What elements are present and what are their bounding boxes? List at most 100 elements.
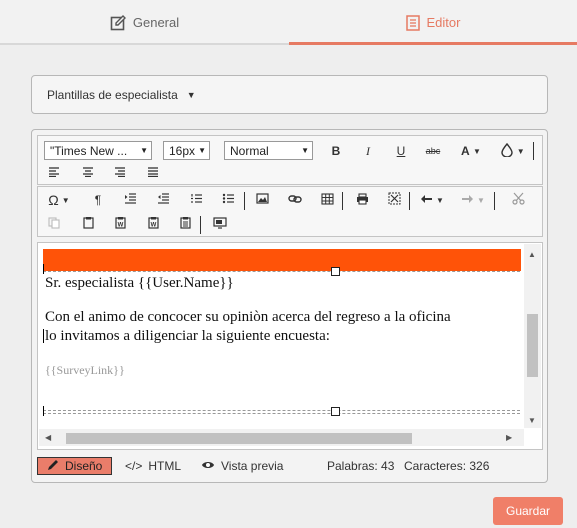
caret-down-icon: ▼ [473, 146, 481, 156]
undo-button[interactable]: ▼ [417, 190, 447, 210]
scroll-left-arrow-icon[interactable]: ◀ [45, 433, 51, 442]
ordered-list-button[interactable] [186, 190, 206, 210]
caret-down-icon: ▼ [436, 195, 444, 205]
templates-dropdown[interactable]: Plantillas de especialista ▼ [31, 75, 548, 114]
scissors-icon [511, 192, 525, 208]
print-button[interactable] [352, 190, 372, 210]
format-select[interactable]: Normal ▼ [224, 141, 313, 160]
design-mode-label: Diseño [65, 459, 103, 473]
editor-document[interactable]: Sr. especialista {{User.Name}} Con el an… [39, 244, 524, 428]
tab-editor-label: Editor [426, 15, 461, 30]
align-right-icon [114, 166, 126, 180]
toolbar-separator [200, 216, 201, 234]
monitor-icon [213, 216, 227, 232]
body-line-2: lo invitamos a diligenciar la siguiente … [45, 328, 330, 344]
outdent-icon [157, 193, 170, 207]
html-mode-button[interactable]: </> HTML [125, 457, 181, 475]
scroll-up-arrow-icon[interactable]: ▲ [528, 250, 536, 259]
caret-down-icon: ▼ [61, 195, 70, 205]
cursor-mark [43, 264, 44, 274]
paste-plain-text-button[interactable] [175, 214, 195, 234]
align-right-button[interactable] [110, 163, 130, 183]
indent-button[interactable] [120, 190, 140, 210]
insert-link-button[interactable] [285, 190, 305, 210]
insert-media-button[interactable] [210, 214, 230, 234]
font-color-label: A [461, 144, 470, 158]
pilcrow-icon: ¶ [94, 193, 102, 207]
preview-mode-button[interactable]: Vista previa [201, 457, 283, 475]
outdent-button[interactable] [153, 190, 173, 210]
active-tab-indicator [289, 42, 577, 45]
align-left-icon [48, 166, 60, 180]
vertical-scroll-thumb[interactable] [527, 314, 538, 377]
insert-image-button[interactable] [253, 190, 273, 210]
fullscreen-button[interactable] [384, 190, 404, 210]
rich-text-editor: "Times New ... ▼ 16px ▼ Normal ▼ B I U abc … [31, 129, 548, 483]
code-icon: </> [125, 459, 143, 473]
image-icon [256, 192, 270, 208]
resize-handle[interactable] [331, 407, 340, 416]
scroll-right-arrow-icon[interactable]: ▶ [506, 433, 512, 442]
printer-icon [356, 192, 369, 208]
unordered-list-button[interactable] [218, 190, 238, 210]
insert-table-button[interactable] [317, 190, 337, 210]
resize-handle[interactable] [331, 267, 340, 276]
horizontal-scrollbar[interactable]: ◀ ▶ [39, 429, 524, 446]
html-mode-label: HTML [148, 459, 182, 473]
selection-border-bottom-2 [43, 413, 520, 414]
greeting-line: Sr. especialista {{User.Name}} [45, 275, 234, 291]
special-char-button[interactable]: Ω ▼ [44, 190, 74, 210]
templates-label: Plantillas de especialista [47, 87, 178, 102]
font-family-select[interactable]: "Times New ... ▼ [44, 141, 152, 160]
italic-button[interactable]: I [358, 141, 378, 161]
toolbar-separator [409, 192, 410, 210]
paste-from-word-button[interactable]: W [110, 214, 130, 234]
align-left-button[interactable] [44, 163, 64, 183]
vertical-scrollbar[interactable]: ▲ ▼ [524, 244, 541, 428]
format-value: Normal [230, 143, 269, 158]
font-size-value: 16px [169, 143, 196, 158]
paste-word-clean-button[interactable]: W [143, 214, 163, 234]
copy-button[interactable] [44, 214, 64, 234]
font-color-button[interactable]: A ▼ [456, 141, 486, 161]
design-mode-button[interactable]: Diseño [37, 457, 113, 475]
ordered-list-icon [190, 193, 203, 207]
pencil-icon [47, 459, 59, 474]
redo-button[interactable]: ▼ [458, 190, 488, 210]
strikethrough-button[interactable]: abc [422, 141, 444, 161]
svg-text:W: W [117, 223, 123, 229]
align-center-icon [82, 166, 94, 180]
bold-button[interactable]: B [326, 141, 346, 161]
toolbar-separator [494, 192, 495, 210]
underline-button[interactable]: U [391, 141, 411, 161]
scroll-down-arrow-icon[interactable]: ▼ [528, 416, 536, 425]
background-color-button[interactable]: ▼ [498, 141, 528, 161]
character-count: Caracteres: 326 [404, 459, 490, 473]
clipboard-icon [82, 216, 94, 232]
caret-down-icon: ▼ [140, 146, 148, 155]
font-size-select[interactable]: 16px ▼ [163, 141, 210, 160]
plain-text-clipboard-icon [179, 216, 191, 232]
caret-down-icon: ▼ [516, 146, 525, 156]
save-button[interactable]: Guardar [493, 497, 563, 525]
body-line-1: Con el animo de concocer su opiniòn acer… [45, 309, 451, 325]
document-lines-icon [405, 14, 420, 31]
horizontal-scroll-thumb[interactable] [66, 433, 412, 444]
tab-general[interactable]: General [0, 0, 289, 45]
text-cursor [43, 329, 44, 343]
tab-bar: General Editor [0, 0, 577, 45]
align-center-button[interactable] [78, 163, 98, 183]
cursor-mark [43, 406, 44, 416]
link-icon [288, 193, 302, 207]
svg-text:W: W [150, 223, 156, 229]
cut-button[interactable] [508, 190, 528, 210]
paste-button[interactable] [78, 214, 98, 234]
align-justify-button[interactable] [143, 163, 163, 183]
word-document-icon: W [147, 216, 159, 232]
font-family-value: "Times New ... [50, 143, 128, 158]
toolbar-separator [342, 192, 343, 210]
undo-icon [420, 193, 433, 207]
tab-editor[interactable]: Editor [289, 0, 577, 45]
paragraph-marks-button[interactable]: ¶ [88, 190, 108, 210]
survey-link-placeholder: {{SurveyLink}} [45, 363, 125, 377]
